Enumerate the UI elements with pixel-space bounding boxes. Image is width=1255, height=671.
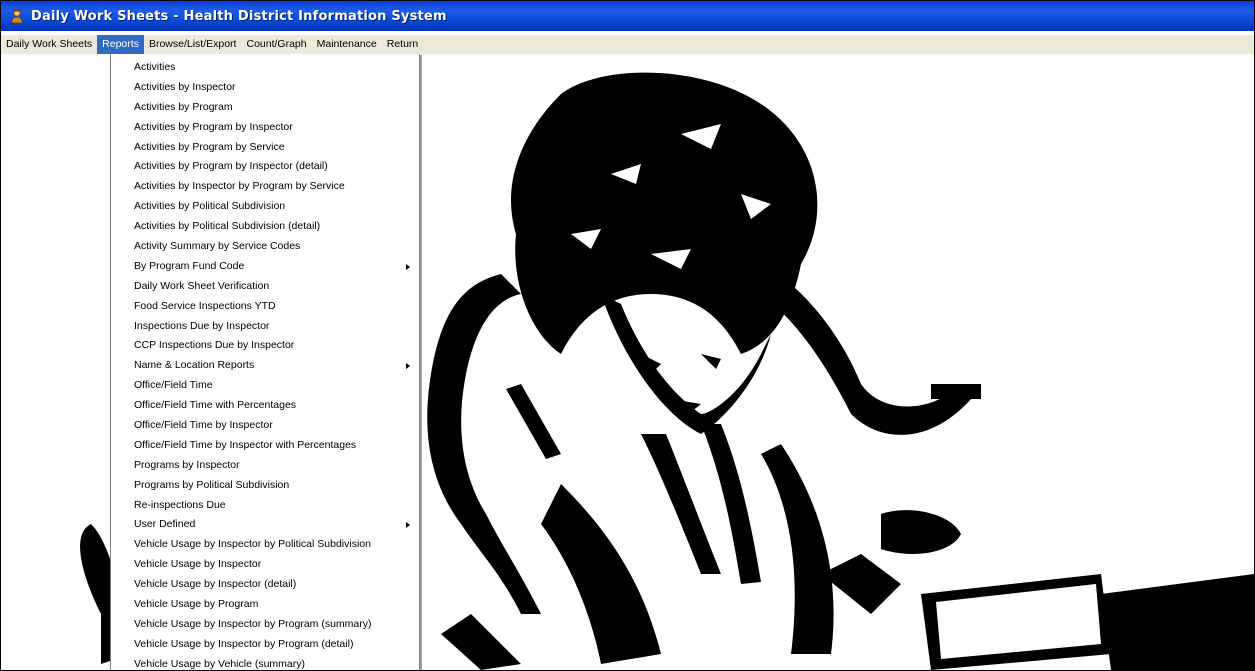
report-vehicle-usage-by-vehicle-summary[interactable]: Vehicle Usage by Vehicle (summary) bbox=[111, 655, 419, 670]
submenu-arrow-icon bbox=[406, 522, 410, 529]
report-user-defined[interactable]: User Defined bbox=[111, 515, 419, 535]
submenu-arrow-icon bbox=[406, 363, 410, 370]
report-programs-by-inspector[interactable]: Programs by Inspector bbox=[111, 456, 419, 476]
report-by-program-fund-code-label: By Program Fund Code bbox=[134, 259, 245, 272]
report-activities-by-program-by-inspector[interactable]: Activities by Program by Inspector bbox=[111, 118, 419, 138]
menu-reports[interactable]: Reports bbox=[97, 35, 144, 54]
report-name-location-reports-label: Name & Location Reports bbox=[134, 359, 255, 372]
report-inspections-due-by-inspector[interactable]: Inspections Due by Inspector bbox=[111, 317, 419, 337]
report-user-defined-label: User Defined bbox=[134, 518, 196, 531]
report-activity-summary-by-service-codes[interactable]: Activity Summary by Service Codes bbox=[111, 237, 419, 257]
report-vehicle-usage-by-inspector[interactable]: Vehicle Usage by Inspector bbox=[111, 555, 419, 575]
app-person-icon[interactable] bbox=[9, 8, 25, 24]
report-by-program-fund-code[interactable]: By Program Fund Code bbox=[111, 257, 419, 277]
report-daily-work-sheet-verification[interactable]: Daily Work Sheet Verification bbox=[111, 277, 419, 297]
report-food-service-inspections-ytd[interactable]: Food Service Inspections YTD bbox=[111, 297, 419, 317]
menu-browse-list-export[interactable]: Browse/List/Export bbox=[144, 35, 242, 54]
report-activities-by-political-subdivision-detail[interactable]: Activities by Political Subdivision (det… bbox=[111, 217, 419, 237]
report-programs-by-political-subdivision[interactable]: Programs by Political Subdivision bbox=[111, 476, 419, 496]
report-activities-by-inspector-by-program-by-service[interactable]: Activities by Inspector by Program by Se… bbox=[111, 177, 419, 197]
menu-return[interactable]: Return bbox=[382, 35, 424, 54]
submenu-arrow-icon bbox=[406, 263, 410, 270]
window-title: Daily Work Sheets - Health District Info… bbox=[31, 8, 447, 24]
report-office-field-time-by-inspector-with-percentages[interactable]: Office/Field Time by Inspector with Perc… bbox=[111, 436, 419, 456]
report-activities-by-inspector[interactable]: Activities by Inspector bbox=[111, 78, 419, 98]
report-ccp-inspections-due-by-inspector[interactable]: CCP Inspections Due by Inspector bbox=[111, 336, 419, 356]
menu-bar: Daily Work Sheets Reports Browse/List/Ex… bbox=[1, 35, 1254, 54]
report-vehicle-usage-by-inspector-detail[interactable]: Vehicle Usage by Inspector (detail) bbox=[111, 575, 419, 595]
report-vehicle-usage-by-inspector-by-political-subdivision[interactable]: Vehicle Usage by Inspector by Political … bbox=[111, 535, 419, 555]
report-activities-by-program-by-inspector-detail[interactable]: Activities by Program by Inspector (deta… bbox=[111, 157, 419, 177]
title-bar[interactable]: Daily Work Sheets - Health District Info… bbox=[1, 1, 1254, 31]
report-activities-by-program-by-service[interactable]: Activities by Program by Service bbox=[111, 138, 419, 158]
app-window: Daily Work Sheets - Health District Info… bbox=[0, 0, 1255, 671]
report-re-inspections-due[interactable]: Re-inspections Due bbox=[111, 496, 419, 516]
menu-count-graph[interactable]: Count/Graph bbox=[241, 35, 311, 54]
report-activities[interactable]: Activities bbox=[111, 58, 419, 78]
report-activities-by-program[interactable]: Activities by Program bbox=[111, 98, 419, 118]
menu-daily-work-sheets[interactable]: Daily Work Sheets bbox=[1, 35, 97, 54]
main-content: Activities Activities by Inspector Activ… bbox=[1, 54, 1254, 670]
report-activities-by-political-subdivision[interactable]: Activities by Political Subdivision bbox=[111, 197, 419, 217]
report-office-field-time-with-percentages[interactable]: Office/Field Time with Percentages bbox=[111, 396, 419, 416]
report-office-field-time[interactable]: Office/Field Time bbox=[111, 376, 419, 396]
reports-dropdown-menu: Activities Activities by Inspector Activ… bbox=[110, 54, 420, 670]
report-office-field-time-by-inspector[interactable]: Office/Field Time by Inspector bbox=[111, 416, 419, 436]
report-vehicle-usage-by-inspector-by-program-summary[interactable]: Vehicle Usage by Inspector by Program (s… bbox=[111, 615, 419, 635]
menu-maintenance[interactable]: Maintenance bbox=[312, 35, 382, 54]
report-vehicle-usage-by-inspector-by-program-detail[interactable]: Vehicle Usage by Inspector by Program (d… bbox=[111, 635, 419, 655]
report-vehicle-usage-by-program[interactable]: Vehicle Usage by Program bbox=[111, 595, 419, 615]
report-name-location-reports[interactable]: Name & Location Reports bbox=[111, 356, 419, 376]
